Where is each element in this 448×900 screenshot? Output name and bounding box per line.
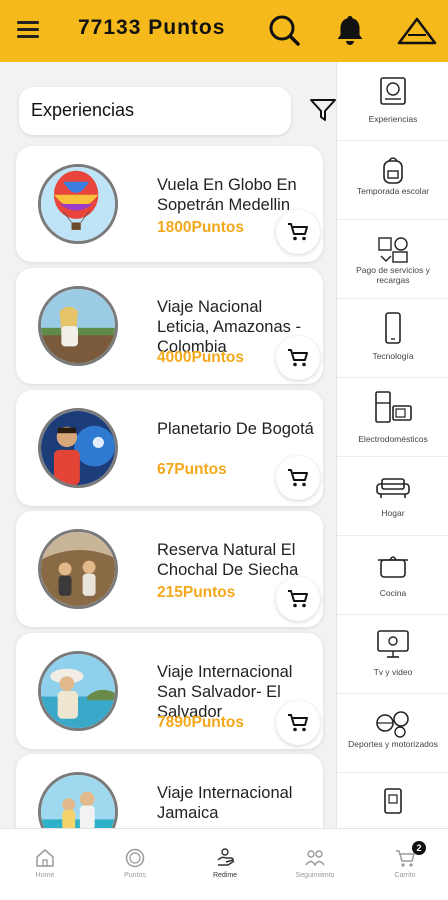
cart-icon [288, 349, 308, 367]
sports-balls-icon [373, 706, 413, 740]
bottom-navigation: Home Puntos Redime Seguimiento 2 Carrito [0, 828, 448, 900]
sidebar-item-tecnologia[interactable]: Tecnología [337, 299, 448, 378]
filter-icon[interactable] [309, 97, 337, 123]
cart-icon [288, 590, 308, 608]
sidebar-item-label: Cocina [379, 588, 407, 598]
sidebar-item-experiencias[interactable]: Experiencias [337, 62, 448, 141]
product-price: 7890Puntos [157, 714, 245, 731]
product-image-man-with-planet-dome [38, 408, 118, 488]
add-to-cart-button[interactable] [276, 456, 320, 500]
sofa-icon [373, 469, 413, 503]
product-price: 67Puntos [157, 461, 227, 478]
product-image-woman-on-beach [38, 651, 118, 731]
sidebar-item-cocina[interactable]: Cocina [337, 536, 448, 615]
category-select-value: Experiencias [31, 100, 135, 120]
add-to-cart-button[interactable] [276, 210, 320, 254]
nav-label: Puntos [124, 872, 146, 879]
nav-item-seguimiento[interactable]: Seguimiento [280, 847, 350, 893]
sidebar-item-tv-video[interactable]: Tv y video [337, 615, 448, 694]
points-coin-icon [125, 848, 145, 868]
pot-icon [373, 548, 413, 582]
add-to-cart-button[interactable] [276, 701, 320, 745]
nav-label: Redime [212, 872, 238, 879]
product-card[interactable]: Vuela En Globo En Sopetrán Medellin 1800… [16, 146, 323, 262]
category-select[interactable]: Experiencias [19, 87, 291, 135]
sidebar-item-hogar[interactable]: Hogar [337, 457, 448, 536]
nav-item-home[interactable]: Home [10, 847, 80, 893]
top-app-bar: 77133 Puntos [0, 0, 448, 62]
sidebar-item-label: Temporada escolar [356, 186, 430, 196]
nav-item-puntos[interactable]: Puntos [100, 847, 170, 893]
sidebar-item-label: Tv y video [373, 667, 413, 677]
nav-item-redime[interactable]: Redime [190, 847, 260, 893]
fridge-microwave-icon [373, 390, 413, 424]
product-title: Vuela En Globo En Sopetrán Medellin [157, 176, 297, 214]
sidebar-item-label: Electrodomésticos [358, 434, 428, 444]
product-image-hot-air-balloon [38, 164, 118, 244]
cart-icon [288, 469, 308, 487]
points-balance-title: 77133 Puntos [78, 16, 226, 39]
product-image-woman-on-dock [38, 286, 118, 366]
bell-icon[interactable] [333, 13, 367, 47]
product-price: 4000Puntos [157, 349, 245, 366]
passport-icon [373, 74, 413, 108]
product-card[interactable]: Planetario De Bogotá 67Puntos [16, 390, 323, 506]
product-price: 1800Puntos [157, 219, 245, 236]
product-title: Planetario De Bogotá [157, 420, 314, 438]
sidebar-item-electrodomesticos[interactable]: Electrodomésticos [337, 378, 448, 457]
backpack-icon [373, 153, 413, 187]
product-title: Reserva Natural El Chochal De Siecha [157, 541, 299, 579]
tv-icon [373, 627, 413, 661]
nav-label: Home [35, 872, 55, 879]
sidebar-item-temporada-escolar[interactable]: Temporada escolar [337, 141, 448, 220]
product-card[interactable]: Viaje Internacional San Salvador- El Sal… [16, 633, 323, 749]
cart-icon [288, 714, 308, 732]
menu-icon[interactable] [17, 21, 39, 39]
sidebar-item-gift-card[interactable] [337, 773, 448, 828]
sidebar-item-label: Deportes y motorizados [348, 739, 438, 749]
sidebar-item-label: Pago de servicios y recargas [356, 265, 430, 285]
gift-card-icon [373, 785, 413, 819]
nav-label: Carrito [394, 872, 416, 879]
tracking-people-icon [305, 850, 325, 867]
nav-item-carrito[interactable]: 2 Carrito [370, 841, 440, 893]
sidebar-item-label: Hogar [381, 508, 405, 518]
sidebar-item-pago-servicios[interactable]: Pago de servicios y recargas [337, 220, 448, 299]
sidebar-item-label: Tecnología [372, 351, 414, 361]
category-sidebar: Experiencias Temporada escolar Pago de s… [336, 62, 448, 828]
services-payment-icon [373, 232, 413, 266]
nav-label: Seguimiento [295, 872, 335, 879]
product-card[interactable]: Viaje Nacional Leticia, Amazonas - Colom… [16, 268, 323, 384]
redeem-hand-icon [217, 848, 235, 866]
cart-icon [288, 223, 308, 241]
phone-icon [373, 311, 413, 345]
add-to-cart-button[interactable] [276, 336, 320, 380]
sidebar-item-deportes[interactable]: Deportes y motorizados [337, 694, 448, 773]
add-to-cart-button[interactable] [276, 577, 320, 621]
sidebar-item-label: Experiencias [368, 114, 418, 124]
cart-count-badge: 2 [412, 841, 426, 855]
product-title: Viaje Internacional Jamaica [157, 784, 293, 822]
search-icon[interactable] [267, 13, 301, 47]
product-image-hikers-on-hill [38, 529, 118, 609]
triangle-warning-icon[interactable] [396, 13, 438, 47]
product-card[interactable]: Reserva Natural El Chochal De Siecha 215… [16, 511, 323, 627]
home-icon [36, 849, 54, 867]
product-price: 215Puntos [157, 584, 236, 601]
